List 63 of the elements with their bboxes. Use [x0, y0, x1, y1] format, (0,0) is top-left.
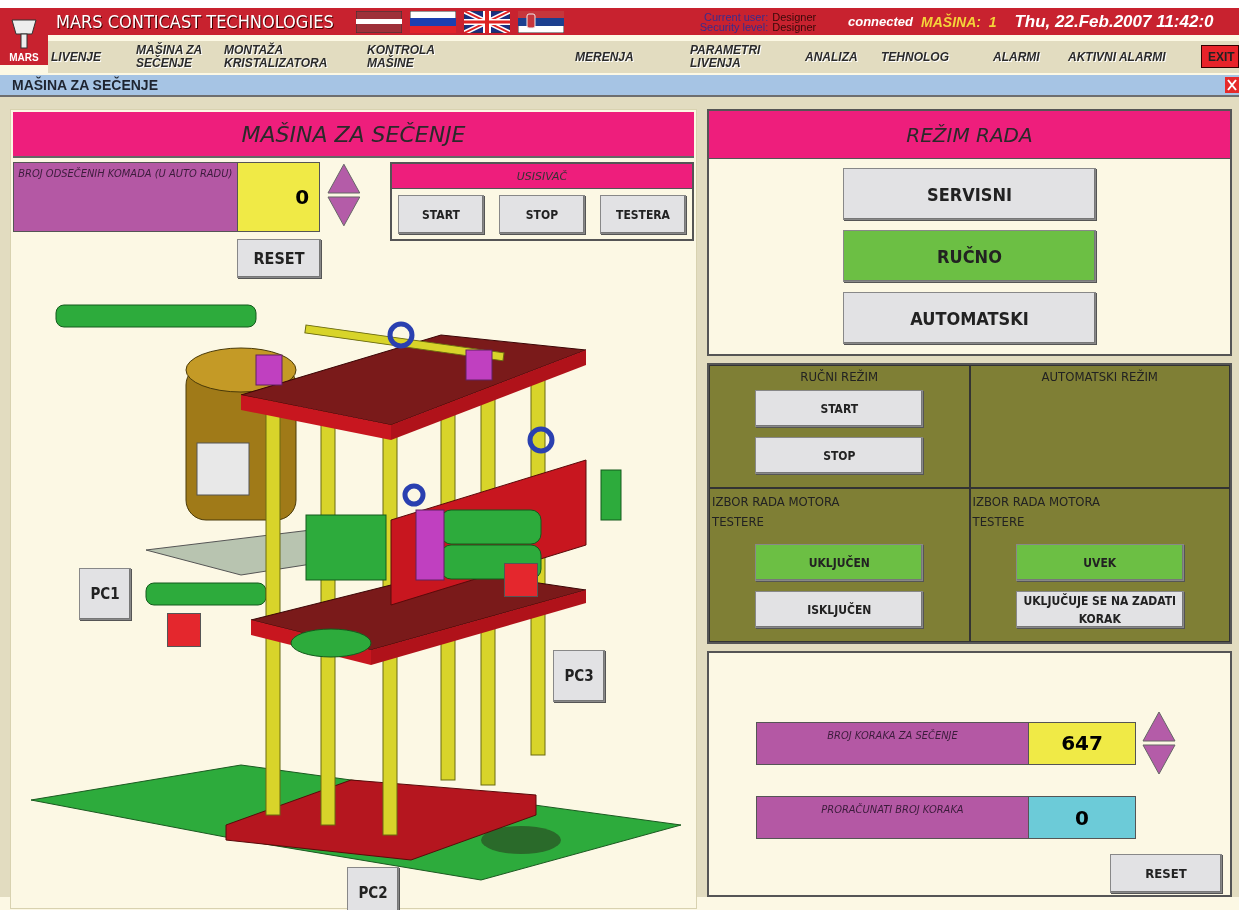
steps-value: 647	[1029, 721, 1136, 765]
mode-button[interactable]: SERVISNI	[843, 168, 1096, 220]
vacuum-button[interactable]: START	[397, 195, 484, 234]
logo-text: MARS	[9, 52, 39, 63]
flag-icon[interactable]	[356, 10, 402, 33]
motor-option-button[interactable]: UKLJUČEN	[755, 544, 924, 582]
ladle-icon	[11, 19, 37, 49]
manual-button[interactable]: START	[755, 390, 924, 427]
sensor-button[interactable]: PC2	[347, 867, 399, 910]
group-title: USISIVAČ	[391, 164, 692, 189]
increase-arrow-icon[interactable]	[327, 163, 361, 194]
menu-item[interactable]: TEHNOLOG	[881, 41, 949, 73]
flag-icon[interactable]	[410, 10, 456, 33]
calculated-steps-value: 0	[1029, 796, 1136, 840]
flag-icon[interactable]	[464, 10, 510, 33]
security-label: Security level:	[698, 21, 769, 32]
counter-value: 0	[237, 162, 321, 232]
flag-icon[interactable]	[518, 10, 564, 33]
user-name: Designer	[772, 11, 818, 22]
vacuum-button[interactable]: STOP	[498, 195, 585, 234]
page-title: MAŠINA ZA SEČENJE	[12, 77, 158, 93]
status-indicator	[167, 613, 201, 647]
manual-button[interactable]: STOP	[755, 437, 924, 474]
menu-item[interactable]: PARAMETRI LIVENJA	[690, 41, 761, 73]
motor-option-button[interactable]: ISKLJUČEN	[755, 591, 924, 629]
user-label: Current user:	[703, 11, 769, 22]
steps-label: BROJ KORAKA ZA SEČENJE	[756, 721, 1029, 765]
app-title: MARS CONTICAST TECHNOLOGIES	[56, 11, 335, 32]
close-button[interactable]	[1225, 77, 1239, 93]
menu-item[interactable]: MERENJA	[575, 41, 634, 73]
menu-item[interactable]: ALARMI	[993, 41, 1040, 73]
calculated-steps-label: PRORAČUNATI BROJ KORAKA	[756, 796, 1029, 840]
vacuum-button[interactable]: TESTERA	[600, 195, 686, 234]
section-title: AUTOMATSKI REŽIM	[1041, 369, 1158, 384]
exit-button[interactable]: EXIT	[1201, 45, 1239, 68]
menu-item[interactable]: KONTROLA MAŠINE	[367, 41, 435, 73]
increase-arrow-icon[interactable]	[1142, 711, 1176, 742]
decrease-arrow-icon[interactable]	[1142, 744, 1176, 775]
menu-item[interactable]: LIVENJE	[51, 41, 101, 73]
section-title: IZBOR RADA MOTORA TESTERE	[711, 493, 840, 532]
reset-button[interactable]: RESET	[237, 239, 321, 278]
menu-item[interactable]: AKTIVNI ALARMI	[1068, 41, 1166, 73]
sensor-button[interactable]: PC1	[79, 568, 131, 620]
counter-label: BROJ ODSEČENIH KOMADA (U AUTO RADU)	[13, 162, 238, 232]
section-title: IZBOR RADA MOTORA TESTERE	[971, 493, 1101, 532]
panel-title: MAŠINA ZA SEČENJE	[13, 112, 694, 158]
panel-title: REŽIM RADA	[709, 111, 1230, 159]
close-icon	[1225, 77, 1239, 93]
section-title: RUČNI REŽIM	[800, 369, 879, 384]
connection-status: connected	[848, 14, 913, 29]
machine-label: MAŠINA: 1	[921, 13, 997, 30]
motor-option-button[interactable]: UVEK	[1015, 544, 1184, 582]
decrease-arrow-icon[interactable]	[327, 196, 361, 227]
mode-button[interactable]: RUČNO	[843, 230, 1096, 282]
reset-button[interactable]: RESET	[1110, 854, 1222, 893]
menu-item[interactable]: MONTAŽA KRISTALIZATORA	[224, 41, 328, 73]
mode-button[interactable]: AUTOMATSKI	[843, 292, 1096, 344]
menu-item[interactable]: MAŠINA ZA SEČENJE	[136, 41, 203, 73]
menu-item[interactable]: ANALIZA	[805, 41, 858, 73]
sensor-button[interactable]: PC3	[553, 650, 605, 702]
motor-option-button[interactable]: UKLJUČUJE SE NA ZADATI KORAK	[1015, 591, 1184, 629]
date-time: Thu, 22.Feb.2007 11:42:0	[1014, 11, 1214, 32]
status-indicator	[504, 563, 538, 597]
